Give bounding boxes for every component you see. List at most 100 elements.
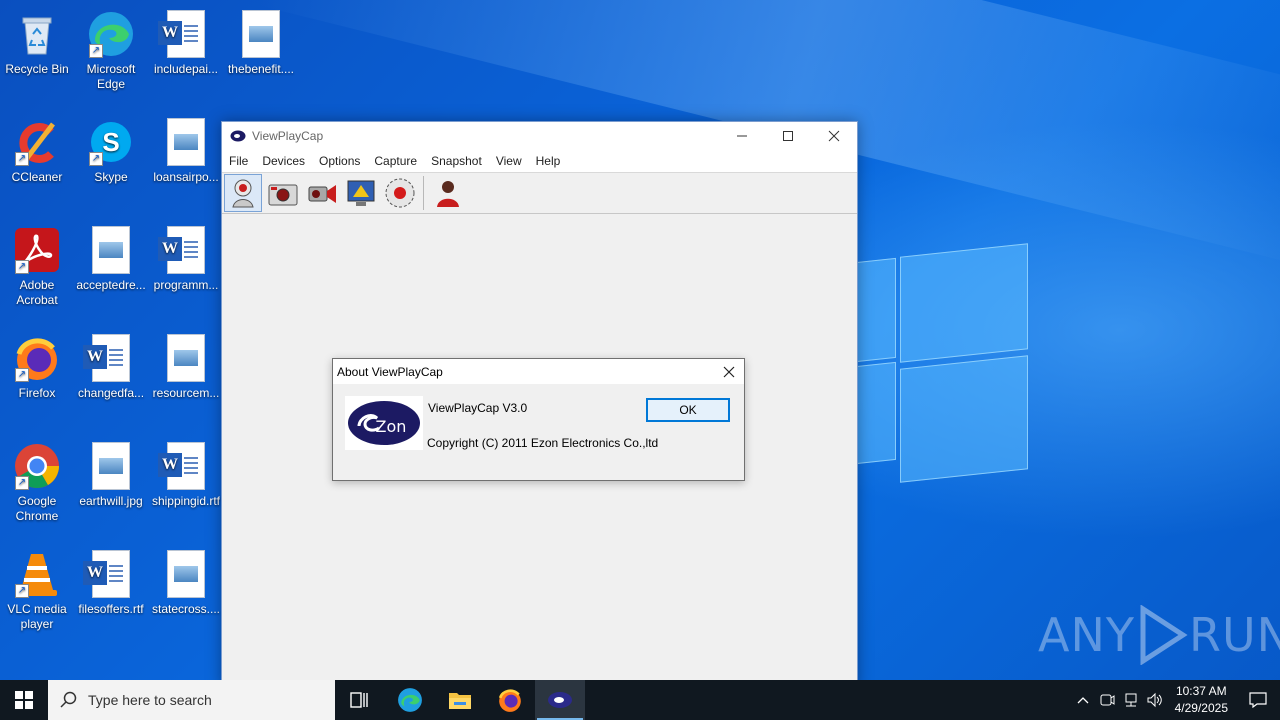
desktop-icon-image-file[interactable]: thebenefit.... bbox=[224, 4, 298, 77]
webcam-preview-button[interactable] bbox=[224, 174, 262, 212]
minimize-button[interactable] bbox=[719, 122, 765, 150]
tray-volume[interactable] bbox=[1143, 680, 1167, 720]
firefox-icon: ↗ bbox=[13, 334, 61, 382]
desktop-icon-word-file[interactable]: W filesoffers.rtf bbox=[74, 544, 148, 617]
snapshot-button[interactable] bbox=[265, 175, 301, 211]
close-button[interactable] bbox=[811, 122, 857, 150]
dialog-close-button[interactable] bbox=[714, 359, 744, 384]
menu-capture[interactable]: Capture bbox=[367, 154, 424, 168]
ok-button[interactable]: OK bbox=[646, 398, 730, 422]
desktop-icon-label: changedfa... bbox=[77, 386, 145, 400]
tray-meet-now[interactable] bbox=[1095, 680, 1119, 720]
desktop-icon-image-file[interactable]: loansairpo... bbox=[149, 112, 223, 185]
taskbar-search-box[interactable]: Type here to search bbox=[48, 680, 335, 720]
tray-overflow-button[interactable] bbox=[1071, 680, 1095, 720]
svg-text:S: S bbox=[102, 127, 119, 157]
shortcut-arrow-icon: ↗ bbox=[89, 44, 103, 58]
recycle-bin-icon bbox=[13, 10, 61, 58]
dialog-titlebar[interactable]: About ViewPlayCap bbox=[333, 359, 744, 384]
watermark-text-left: ANY bbox=[1038, 608, 1135, 662]
desktop-icon-word-file[interactable]: W includepai... bbox=[149, 4, 223, 77]
desktop-icon-adobe-acrobat[interactable]: ↗ Adobe Acrobat bbox=[0, 220, 74, 308]
desktop-icon-microsoft-edge[interactable]: ↗ Microsoft Edge bbox=[74, 4, 148, 92]
copyright-text: Copyright (C) 2011 Ezon Electronics Co.,… bbox=[427, 436, 659, 450]
action-center-button[interactable] bbox=[1236, 680, 1280, 720]
desktop-icon-label: acceptedre... bbox=[76, 278, 146, 292]
image-file-icon bbox=[87, 226, 135, 274]
image-file-icon bbox=[87, 442, 135, 490]
desktop-icon-word-file[interactable]: W shippingid.rtf bbox=[149, 436, 223, 509]
desktop-icon-label: shippingid.rtf bbox=[151, 494, 221, 508]
microsoft-edge-icon: ↗ bbox=[87, 10, 135, 58]
network-icon bbox=[1125, 693, 1137, 707]
desktop-icon-label: VLC media player bbox=[7, 602, 67, 631]
toolbar-separator bbox=[423, 176, 424, 210]
clock-time: 10:37 AM bbox=[1175, 684, 1227, 698]
desktop-icon-label: filesoffers.rtf bbox=[78, 602, 144, 616]
image-file-icon bbox=[162, 334, 210, 382]
record-button[interactable] bbox=[382, 175, 418, 211]
menu-snapshot[interactable]: Snapshot bbox=[424, 154, 489, 168]
taskbar-firefox[interactable] bbox=[485, 680, 535, 720]
windows-start-icon bbox=[15, 691, 33, 709]
desktop-icon-word-file[interactable]: W changedfa... bbox=[74, 328, 148, 401]
desktop-icon-image-file[interactable]: acceptedre... bbox=[74, 220, 148, 293]
search-placeholder: Type here to search bbox=[88, 692, 212, 708]
taskbar-edge[interactable] bbox=[385, 680, 435, 720]
shortcut-arrow-icon: ↗ bbox=[15, 476, 29, 490]
menu-options[interactable]: Options bbox=[312, 154, 367, 168]
watermark-text-right: RUN bbox=[1188, 608, 1280, 662]
webcam-icon bbox=[232, 179, 254, 208]
taskbar: Type here to search 10:37 AM 4/29/2025 bbox=[0, 680, 1280, 720]
adobe-acrobat-icon: ↗ bbox=[13, 226, 61, 274]
shortcut-arrow-icon: ↗ bbox=[15, 260, 29, 274]
image-file-icon bbox=[237, 10, 285, 58]
menu-help[interactable]: Help bbox=[529, 154, 568, 168]
desktop-icon-label: earthwill.jpg bbox=[79, 494, 143, 508]
minimize-icon bbox=[737, 135, 747, 137]
desktop-icon-google-chrome[interactable]: ↗ Google Chrome bbox=[0, 436, 74, 524]
window-titlebar[interactable]: ViewPlayCap bbox=[222, 122, 857, 150]
ezon-logo: Zon bbox=[345, 396, 423, 450]
desktop-icon-ccleaner[interactable]: ↗ CCleaner bbox=[0, 112, 74, 185]
close-icon bbox=[828, 130, 840, 142]
desktop-icon-label: Microsoft Edge bbox=[86, 62, 136, 91]
skype-icon: S ↗ bbox=[87, 118, 135, 166]
anyrun-watermark: ANY RUN bbox=[1038, 605, 1280, 665]
user-icon bbox=[437, 181, 459, 207]
image-file-icon bbox=[162, 550, 210, 598]
meet-now-icon bbox=[1100, 694, 1115, 706]
menu-view[interactable]: View bbox=[489, 154, 529, 168]
desktop-icon-firefox[interactable]: ↗ Firefox bbox=[0, 328, 74, 401]
taskbar-viewplaycap[interactable] bbox=[535, 680, 585, 720]
desktop-icon-recycle-bin[interactable]: Recycle Bin bbox=[0, 4, 74, 77]
about-button[interactable] bbox=[430, 175, 466, 211]
folder-icon bbox=[449, 693, 471, 709]
menu-devices[interactable]: Devices bbox=[255, 154, 312, 168]
desktop-icon-vlc[interactable]: ↗ VLC media player bbox=[0, 544, 74, 632]
desktop-icon-label: Firefox bbox=[18, 386, 56, 400]
maximize-button[interactable] bbox=[765, 122, 811, 150]
desktop-icon-image-file[interactable]: statecross.... bbox=[149, 544, 223, 617]
video-capture-button[interactable] bbox=[304, 175, 340, 211]
version-text: ViewPlayCap V3.0 bbox=[428, 401, 528, 415]
desktop-icon-word-file[interactable]: W programm... bbox=[149, 220, 223, 293]
start-button[interactable] bbox=[0, 680, 48, 720]
system-tray: 10:37 AM 4/29/2025 bbox=[1071, 680, 1280, 720]
desktop-icon-skype[interactable]: S ↗ Skype bbox=[74, 112, 148, 185]
photo-camera-icon bbox=[268, 184, 298, 206]
settings-button[interactable] bbox=[343, 175, 379, 211]
taskbar-clock[interactable]: 10:37 AM 4/29/2025 bbox=[1167, 683, 1236, 717]
menu-file[interactable]: File bbox=[222, 154, 255, 168]
taskbar-file-explorer[interactable] bbox=[435, 680, 485, 720]
clock-date: 4/29/2025 bbox=[1174, 701, 1228, 715]
desktop-icon-image-file[interactable]: earthwill.jpg bbox=[74, 436, 148, 509]
menu-bar: File Devices Options Capture Snapshot Vi… bbox=[222, 150, 857, 172]
app-logo-icon bbox=[230, 130, 246, 142]
app-logo-icon bbox=[548, 692, 572, 708]
desktop-icon-label: CCleaner bbox=[11, 170, 63, 184]
desktop-icon-image-file[interactable]: resourcem... bbox=[149, 328, 223, 401]
task-view-button[interactable] bbox=[335, 680, 385, 720]
tray-network[interactable] bbox=[1119, 680, 1143, 720]
word-document-icon: W bbox=[83, 550, 135, 598]
